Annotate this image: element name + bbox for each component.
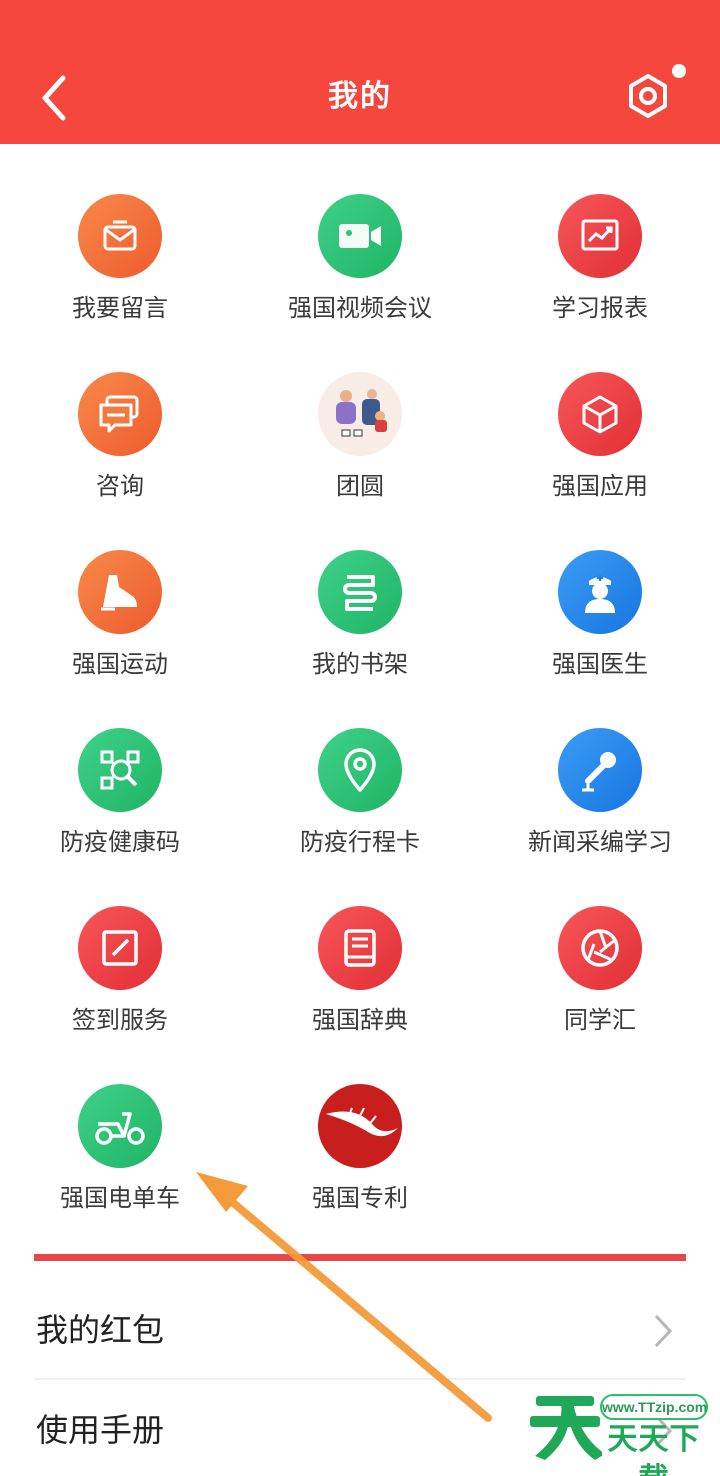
- notification-dot: [672, 64, 686, 78]
- hexagon-gear-icon: [629, 74, 667, 118]
- grid-item-label: 防疫行程卡: [300, 828, 420, 856]
- qr-scan-icon: [78, 728, 162, 812]
- grid-item-label: 学习报表: [552, 294, 648, 322]
- grid-item-label: 强国电单车: [60, 1184, 180, 1212]
- section-divider: [34, 1254, 686, 1261]
- patent-logo-icon: [318, 1084, 402, 1168]
- e-scooter-icon: [78, 1084, 162, 1168]
- page-title: 我的: [328, 79, 392, 114]
- aperture-icon: [558, 906, 642, 990]
- reunion-illustration-icon: [318, 372, 402, 456]
- message-envelope-icon: [78, 194, 162, 278]
- grid-item-reunion[interactable]: 团圆: [240, 322, 480, 500]
- services-grid: 我要留言 强国视频会议 学习报表 咨询 团圆 强国应用 强国运动 我的书架 强国…: [0, 144, 720, 1254]
- location-pin-icon: [318, 728, 402, 812]
- grid-item-sign-in[interactable]: 签到服务: [0, 856, 240, 1034]
- pen-square-icon: [78, 906, 162, 990]
- watermark-title: 天天下载: [607, 1422, 701, 1476]
- grid-item-label: 强国视频会议: [288, 294, 432, 322]
- settings-button[interactable]: [622, 70, 674, 122]
- watermark-logo-icon: [530, 1396, 602, 1460]
- cube-icon: [558, 372, 642, 456]
- app-header: 我的: [0, 0, 720, 144]
- grid-item-news-study[interactable]: 新闻采编学习: [480, 678, 720, 856]
- doctor-icon: [558, 550, 642, 634]
- chat-bubbles-icon: [78, 372, 162, 456]
- grid-item-patent[interactable]: 强国专利: [240, 1034, 480, 1212]
- grid-item-video-meeting[interactable]: 强国视频会议: [240, 144, 480, 322]
- grid-item-message[interactable]: 我要留言: [0, 144, 240, 322]
- video-camera-icon: [318, 194, 402, 278]
- grid-item-doctor[interactable]: 强国医生: [480, 500, 720, 678]
- grid-item-bookshelf[interactable]: 我的书架: [240, 500, 480, 678]
- grid-item-health-code[interactable]: 防疫健康码: [0, 678, 240, 856]
- grid-item-label: 我的书架: [312, 650, 408, 678]
- grid-item-label: 强国运动: [72, 650, 168, 678]
- sneaker-icon: [78, 550, 162, 634]
- grid-item-label: 团圆: [336, 472, 384, 500]
- grid-item-label: 咨询: [96, 472, 144, 500]
- chevron-right-icon: [654, 1314, 673, 1348]
- grid-item-label: 新闻采编学习: [528, 828, 672, 856]
- grid-item-apps[interactable]: 强国应用: [480, 322, 720, 500]
- row-divider: [34, 1378, 686, 1380]
- grid-item-e-bike[interactable]: 强国电单车: [0, 1034, 240, 1212]
- watermark: www.TTzip.com 天天下载: [528, 1386, 708, 1476]
- grid-item-sports[interactable]: 强国运动: [0, 500, 240, 678]
- list-row-label: 使用手册: [36, 1411, 165, 1449]
- grid-item-label: 同学汇: [564, 1006, 636, 1034]
- grid-item-label: 我要留言: [72, 294, 168, 322]
- bookshelf-icon: [318, 550, 402, 634]
- microphone-icon: [558, 728, 642, 812]
- grid-item-label: 强国辞典: [312, 1006, 408, 1034]
- grid-item-label: 强国应用: [552, 472, 648, 500]
- grid-item-label: 强国医生: [552, 650, 648, 678]
- watermark-url: www.TTzip.com: [600, 1394, 708, 1420]
- dictionary-book-icon: [318, 906, 402, 990]
- list-row-red-packet[interactable]: 我的红包: [34, 1282, 686, 1378]
- grid-item-label: 签到服务: [72, 1006, 168, 1034]
- grid-item-label: 防疫健康码: [60, 828, 180, 856]
- chart-report-icon: [558, 194, 642, 278]
- grid-item-label: 强国专利: [312, 1184, 408, 1212]
- grid-item-travel-card[interactable]: 防疫行程卡: [240, 678, 480, 856]
- grid-item-classmates[interactable]: 同学汇: [480, 856, 720, 1034]
- grid-item-consult[interactable]: 咨询: [0, 322, 240, 500]
- grid-item-dictionary[interactable]: 强国辞典: [240, 856, 480, 1034]
- grid-item-study-report[interactable]: 学习报表: [480, 144, 720, 322]
- list-row-label: 我的红包: [36, 1311, 165, 1349]
